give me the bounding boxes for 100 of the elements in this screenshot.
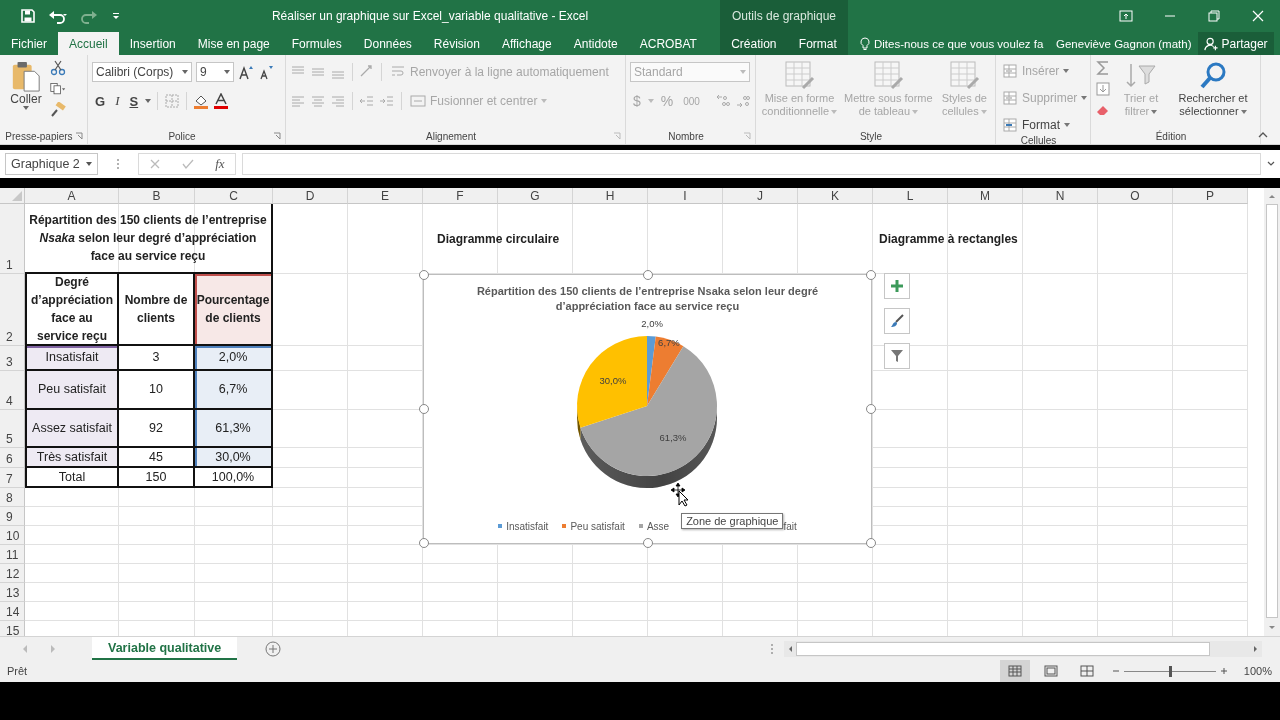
row-header[interactable]: 15 — [0, 621, 25, 636]
column-header[interactable]: N — [1023, 188, 1098, 204]
resize-handle[interactable] — [419, 270, 429, 280]
dialog-launcher-icon[interactable] — [613, 132, 621, 140]
resize-handle[interactable] — [643, 270, 653, 280]
restore-icon[interactable] — [1207, 10, 1221, 22]
ribbon-tab[interactable]: Mise en page — [186, 32, 281, 55]
column-header[interactable]: G — [498, 188, 573, 204]
zoom-slider[interactable] — [1168, 665, 1172, 677]
scroll-right-icon[interactable] — [1253, 644, 1259, 653]
resize-handle[interactable] — [643, 538, 653, 548]
grow-font-icon[interactable] — [238, 64, 254, 80]
fill-color-icon[interactable] — [193, 93, 210, 109]
decrease-decimal-icon[interactable] — [735, 93, 751, 109]
add-sheet-icon[interactable] — [265, 640, 282, 657]
scroll-thumb[interactable] — [1266, 204, 1278, 618]
ribbon-tab[interactable]: Format — [794, 32, 841, 55]
shrink-font-icon[interactable] — [258, 64, 274, 80]
normal-view-button[interactable] — [999, 660, 1030, 682]
customize-icon[interactable] — [112, 12, 120, 20]
column-header[interactable]: J — [723, 188, 798, 204]
resize-handle[interactable] — [419, 404, 429, 414]
next-sheet-icon[interactable] — [50, 644, 56, 653]
user-name[interactable]: Geneviève Gagnon (math) — [1056, 32, 1192, 55]
column-header[interactable]: I — [648, 188, 723, 204]
editing-button[interactable]: Rechercher et sélectionner — [1171, 58, 1255, 128]
column-header[interactable]: E — [348, 188, 423, 204]
column-header[interactable]: D — [273, 188, 348, 204]
column-header[interactable]: L — [873, 188, 948, 204]
ribbon-tab[interactable]: Affichage — [490, 32, 563, 55]
ribbon-tab[interactable]: ACROBAT — [628, 32, 708, 55]
resize-handle[interactable] — [866, 404, 876, 414]
scroll-left-icon[interactable] — [787, 644, 793, 653]
ribbon-tab[interactable]: Fichier — [0, 32, 58, 55]
row-header[interactable]: 2 — [0, 274, 25, 346]
increase-decimal-icon[interactable] — [715, 93, 731, 109]
row-header[interactable]: 3 — [0, 346, 25, 371]
row-header[interactable]: 4 — [0, 371, 25, 410]
undo-icon[interactable] — [48, 8, 68, 24]
zoom-in-icon[interactable] — [1219, 667, 1228, 675]
fill-down-icon[interactable] — [1095, 81, 1111, 97]
paste-button[interactable]: Coller — [4, 58, 48, 128]
zoom-level[interactable]: 100% — [1243, 665, 1272, 677]
font-color-icon[interactable] — [213, 93, 230, 109]
column-header[interactable]: A — [25, 188, 119, 204]
dialog-launcher-icon[interactable] — [743, 132, 751, 140]
ribbon-tab[interactable]: Insertion — [118, 32, 187, 55]
ribbon-display-icon[interactable] — [1119, 10, 1133, 22]
horizontal-scrollbar[interactable] — [784, 640, 1262, 657]
chart-styles-button[interactable] — [884, 308, 910, 334]
ribbon-tab[interactable]: Antidote — [562, 32, 629, 55]
dialog-launcher-icon[interactable] — [273, 132, 281, 140]
collapse-ribbon-icon[interactable] — [1258, 132, 1268, 138]
font-name-field[interactable]: Calibri (Corps) — [92, 62, 192, 82]
row-header[interactable]: 7 — [0, 468, 25, 488]
resize-handle[interactable] — [866, 270, 876, 280]
scroll-thumb[interactable] — [796, 641, 1210, 656]
underline-button[interactable]: S — [126, 93, 142, 109]
row-header[interactable]: 14 — [0, 602, 25, 621]
sum-icon[interactable] — [1095, 60, 1111, 76]
ribbon-tab[interactable]: Révision — [422, 32, 491, 55]
expand-icon[interactable] — [1267, 161, 1275, 167]
column-header[interactable]: F — [423, 188, 498, 204]
sheet-tab[interactable]: Variable qualitative — [92, 637, 238, 660]
save-icon[interactable] — [20, 8, 36, 24]
ribbon-tab[interactable]: Création — [727, 32, 781, 55]
row-header[interactable]: 6 — [0, 448, 25, 468]
chart-elements-button[interactable] — [884, 273, 910, 299]
row-header[interactable]: 9 — [0, 507, 25, 526]
column-header[interactable]: M — [948, 188, 1023, 204]
italic-button[interactable]: I — [112, 93, 123, 109]
chart-filters-button[interactable] — [884, 343, 910, 369]
legend-item[interactable]: Insatisfait — [498, 520, 549, 532]
column-header[interactable]: P — [1173, 188, 1248, 204]
legend-item[interactable]: Peu satisfait — [562, 520, 625, 532]
ribbon-tab[interactable]: Accueil — [58, 32, 119, 55]
bold-button[interactable]: G — [92, 93, 109, 109]
name-box[interactable]: Graphique 2 — [5, 153, 98, 175]
dialog-launcher-icon[interactable] — [75, 132, 83, 140]
close-icon[interactable] — [1251, 10, 1265, 22]
row-header[interactable]: 1 — [0, 204, 25, 274]
font-size-field[interactable]: 9 — [196, 62, 234, 82]
row-header[interactable]: 12 — [0, 564, 25, 583]
legend-item[interactable]: fait — [783, 520, 797, 532]
column-header[interactable]: C — [195, 188, 273, 204]
formula-input[interactable] — [242, 153, 1261, 175]
resize-handle[interactable] — [419, 538, 429, 548]
scissors-icon[interactable] — [50, 60, 66, 76]
share-button[interactable]: Partager — [1197, 32, 1274, 55]
column-header[interactable]: K — [798, 188, 873, 204]
ribbon-tab[interactable]: Formules — [280, 32, 353, 55]
insert-function-button[interactable]: fx — [213, 156, 227, 172]
tell-me-field[interactable]: Dites-nous ce que vous voulez fa — [860, 32, 1056, 55]
resize-handle[interactable] — [866, 538, 876, 548]
ribbon-tab[interactable]: Données — [352, 32, 423, 55]
pie-slice[interactable] — [580, 346, 717, 476]
column-header[interactable]: H — [573, 188, 648, 204]
caret-icon[interactable] — [145, 99, 152, 103]
column-header[interactable]: O — [1098, 188, 1173, 204]
row-header[interactable]: 13 — [0, 583, 25, 602]
